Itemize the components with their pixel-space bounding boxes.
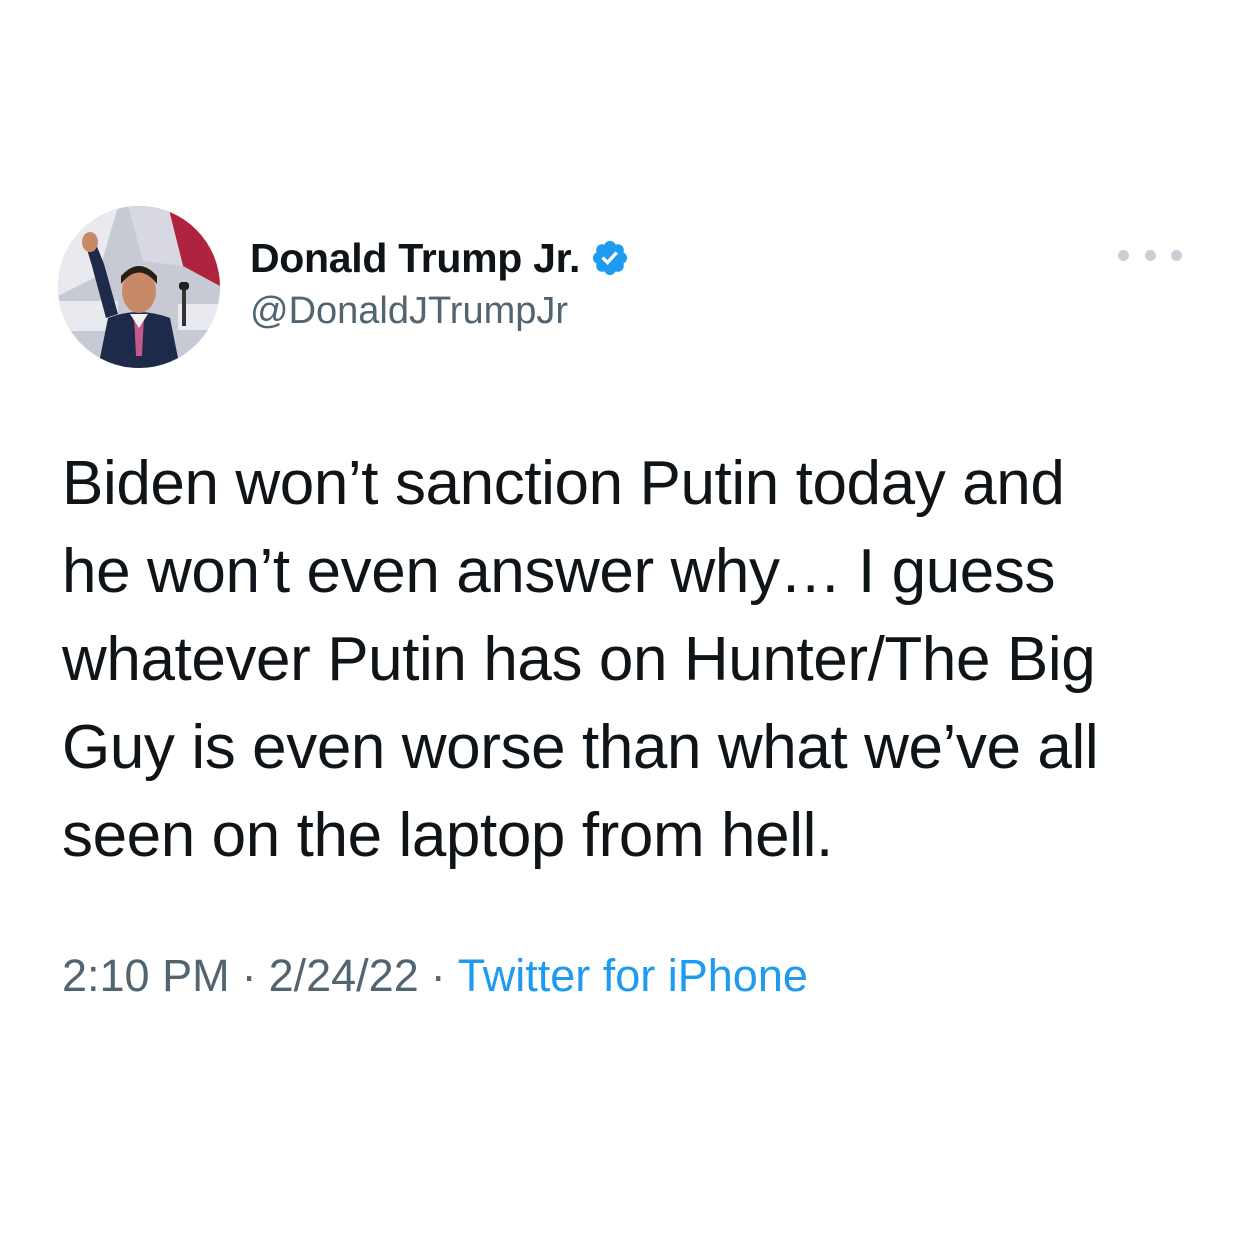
more-dot — [1144, 249, 1156, 261]
avatar[interactable] — [58, 206, 220, 368]
tweet-card: Donald Trump Jr. @DonaldJTrumpJr Biden w… — [0, 0, 1242, 1243]
more-options-icon[interactable] — [1118, 240, 1182, 270]
author-display-name[interactable]: Donald Trump Jr. — [250, 235, 580, 282]
tweet-text-line: whatever Putin has on Hunter/The Big — [62, 625, 1096, 694]
verified-badge-icon — [593, 240, 628, 276]
tweet-text: Biden won’t sanction Putin today and he … — [62, 440, 1212, 880]
tweet-time[interactable]: 2:10 PM — [62, 950, 230, 1001]
tweet-text-line: seen on the laptop from hell. — [62, 801, 833, 870]
meta-separator: · — [430, 950, 446, 1001]
tweet-date[interactable]: 2/24/22 — [269, 950, 419, 1001]
more-dot — [1118, 249, 1129, 261]
avatar-photo — [58, 206, 220, 368]
tweet-text-line: Biden won’t sanction Putin today and — [62, 449, 1065, 518]
tweet-text-line: he won’t even answer why… I guess — [62, 537, 1056, 606]
more-dot — [1171, 249, 1182, 261]
tweet-metadata: 2:10 PM · 2/24/22 · Twitter for iPhone — [62, 950, 808, 1002]
tweet-text-line: Guy is even worse than what we’ve all — [62, 713, 1099, 782]
tweet-source-link[interactable]: Twitter for iPhone — [458, 950, 808, 1001]
author-name-row: Donald Trump Jr. — [250, 230, 630, 286]
meta-separator: · — [241, 950, 257, 1001]
author-handle[interactable]: @DonaldJTrumpJr — [250, 290, 568, 333]
